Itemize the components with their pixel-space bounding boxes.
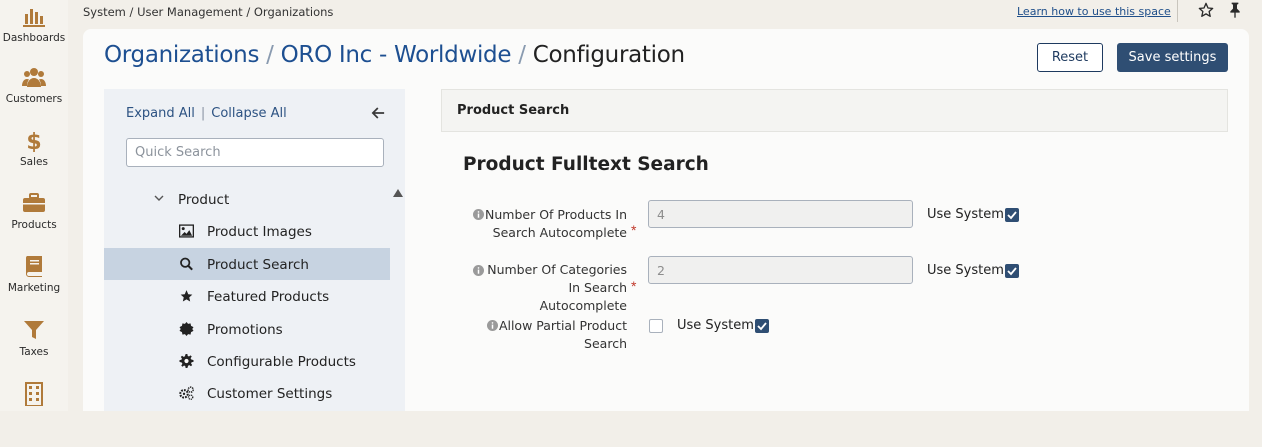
divider: | (200, 106, 206, 121)
categories-autocomplete-input[interactable] (648, 256, 913, 284)
nav-label: Customers (5, 93, 63, 105)
quick-search-input[interactable] (126, 138, 384, 167)
image-icon (179, 224, 194, 238)
field-label-line: Number Of Products In (485, 207, 627, 222)
star-icon (180, 290, 193, 302)
expand-all-link[interactable]: Expand All (126, 106, 195, 121)
field-label-line: Number Of Categories (487, 262, 627, 277)
section-header: Product Search (441, 89, 1228, 132)
page-title: Organizations / ORO Inc - Worldwide / Co… (104, 42, 685, 68)
config-tree-panel: Expand All | Collapse All Product Product … (104, 89, 405, 411)
building-icon (25, 382, 43, 406)
customers-icon (22, 68, 46, 87)
title-separator: / (518, 42, 526, 68)
use-system-checkbox[interactable] (755, 319, 769, 333)
group-title: Product Fulltext Search (463, 154, 709, 175)
pin-icon[interactable] (1228, 2, 1242, 18)
svg-text:$: $ (26, 130, 41, 152)
tree-item-promotions[interactable]: Promotions (104, 313, 390, 345)
save-settings-button[interactable]: Save settings (1117, 43, 1228, 72)
tree-item-label: Customer Settings (207, 386, 333, 403)
nav-label: Marketing (7, 282, 61, 294)
nav-item-taxes[interactable]: Taxes (0, 318, 68, 358)
field-label-line: In Search Autocomplete (539, 280, 627, 313)
use-system-checkbox[interactable] (1005, 264, 1019, 278)
use-system-label: Use System (927, 263, 1004, 278)
search-icon (180, 257, 193, 271)
tree-item-customer-settings[interactable]: Customer Settings (104, 377, 390, 409)
section-header-title: Product Search (457, 103, 570, 118)
nav-item-dashboards[interactable]: Dashboards (0, 4, 68, 44)
tree-item-label: Product Search (207, 256, 309, 273)
field-label-line: Search (584, 336, 627, 351)
star-icon[interactable] (1198, 2, 1214, 18)
use-system-label: Use System (927, 207, 1004, 222)
tree-item-configurable-products[interactable]: Configurable Products (104, 345, 390, 377)
title-separator: / (266, 42, 274, 68)
main-content: Organizations / ORO Inc - Worldwide / Co… (83, 29, 1249, 411)
help-link[interactable]: Learn how to use this space (1017, 5, 1171, 18)
funnel-icon (24, 321, 44, 339)
required-marker: * (631, 222, 637, 238)
chevron-down-icon[interactable] (154, 193, 164, 203)
gear-icon (179, 353, 194, 368)
dashboard-icon (23, 9, 45, 27)
nav-label: Sales (20, 156, 48, 168)
gears-icon (179, 386, 194, 401)
products-autocomplete-input[interactable] (648, 200, 913, 228)
tree-item-label: Configurable Products (207, 353, 356, 370)
reset-button[interactable]: Reset (1037, 43, 1103, 72)
book-icon (25, 256, 42, 277)
use-system-checkbox[interactable] (1005, 208, 1019, 222)
field-label-line: Allow Partial Product (498, 318, 627, 333)
title-link-organizations[interactable]: Organizations (104, 42, 259, 68)
nav-label: Products (11, 219, 57, 231)
tree-item-label: Promotions (207, 321, 283, 338)
field-label-categories-autocomplete: Number Of Categories In Search Autocompl… (478, 261, 627, 315)
required-marker: * (631, 278, 637, 294)
tree-item-product-images[interactable]: Product Images (104, 215, 390, 247)
nav-item-sales[interactable]: $ Sales (0, 128, 68, 168)
collapse-all-link[interactable]: Collapse All (211, 106, 287, 121)
title-link-organization[interactable]: ORO Inc - Worldwide (281, 42, 512, 68)
nav-item-system[interactable] (0, 382, 68, 406)
title-current: Configuration (532, 42, 685, 68)
nav-label: Dashboards (2, 32, 66, 44)
tree-item-label: Product (178, 192, 230, 208)
briefcase-icon (23, 193, 45, 212)
tree-item-product-search[interactable]: Product Search (104, 247, 390, 281)
arrow-left-icon[interactable] (371, 106, 385, 120)
nav-item-marketing[interactable]: Marketing (0, 254, 68, 294)
field-label-line: Search Autocomplete (492, 225, 627, 240)
tree-list: Product Product Images Product Search Fe… (104, 183, 390, 410)
divider (1177, 0, 1178, 22)
tree-item-product[interactable]: Product (104, 183, 390, 215)
tree-item-featured-products[interactable]: Featured Products (104, 280, 390, 312)
badge-icon (179, 321, 194, 336)
tree-item-label: Featured Products (207, 289, 330, 306)
nav-label: Taxes (19, 346, 49, 358)
field-label-products-autocomplete: Number Of Products In Search Autocomplet… (478, 206, 627, 242)
nav-item-products[interactable]: Products (0, 191, 68, 231)
nav-item-customers[interactable]: Customers (0, 65, 68, 105)
main-sidebar: Dashboards Customers $ Sales Products Ma… (0, 0, 68, 411)
breadcrumb: System / User Management / Organizations (83, 5, 334, 19)
dollar-icon: $ (26, 130, 41, 152)
top-bar: System / User Management / Organizations… (68, 0, 1262, 26)
scroll-up-arrow-icon[interactable] (393, 189, 403, 197)
allow-partial-search-checkbox[interactable] (649, 319, 663, 333)
field-label-partial-search: Allow Partial Product Search (478, 317, 627, 353)
tree-actions: Expand All | Collapse All (126, 106, 287, 121)
use-system-label: Use System (677, 318, 754, 333)
tree-item-label: Product Images (207, 224, 312, 241)
